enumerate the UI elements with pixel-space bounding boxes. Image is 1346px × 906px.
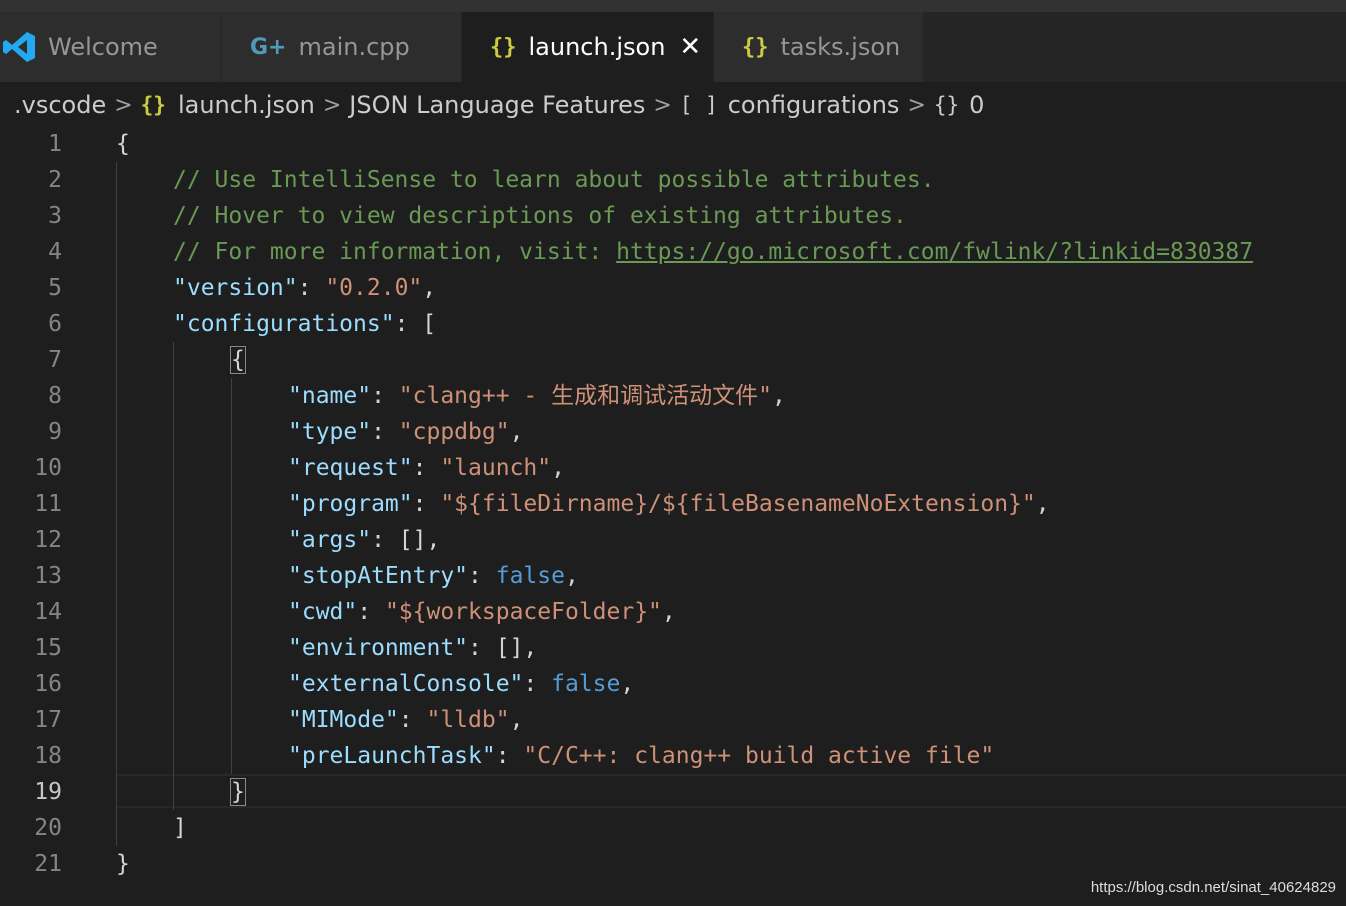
code-line-current: 19 } <box>0 774 1346 810</box>
line-number: 6 <box>48 311 62 337</box>
line-number: 1 <box>48 131 62 157</box>
line-number: 8 <box>48 383 62 409</box>
line-number: 20 <box>34 815 62 841</box>
code-text: "name": "clang++ - 生成和调试活动文件", <box>288 383 786 409</box>
code-line: 1 { <box>0 126 1346 162</box>
code-text: "stopAtEntry": false, <box>288 563 579 589</box>
tab-label: Welcome <box>48 33 158 61</box>
code-line: 8 "name": "clang++ - 生成和调试活动文件", <box>0 378 1346 414</box>
code-line: 12 "args": [], <box>0 522 1346 558</box>
breadcrumb-item-configurations[interactable]: configurations <box>728 91 900 119</box>
code-line: 18 "preLaunchTask": "C/C++: clang++ buil… <box>0 738 1346 774</box>
line-number: 9 <box>48 419 62 445</box>
code-text: // Hover to view descriptions of existin… <box>173 203 907 229</box>
json-file-icon: {} <box>742 34 769 60</box>
code-text: "version": "0.2.0", <box>173 275 437 301</box>
line-number: 14 <box>34 599 62 625</box>
code-line: 6 "configurations": [ <box>0 306 1346 342</box>
tab-label: launch.json <box>528 33 666 61</box>
line-number: 11 <box>34 491 62 517</box>
code-text: "environment": [], <box>288 635 538 661</box>
title-bar <box>0 0 1346 12</box>
line-number: 4 <box>48 239 62 265</box>
close-icon[interactable]: ✕ <box>679 32 701 62</box>
line-number: 18 <box>34 743 62 769</box>
code-text: "MIMode": "lldb", <box>288 707 524 733</box>
code-line: 5 "version": "0.2.0", <box>0 270 1346 306</box>
tab-label: tasks.json <box>780 33 901 61</box>
code-line: 9 "type": "cppdbg", <box>0 414 1346 450</box>
breadcrumb-item-index[interactable]: 0 <box>969 91 984 119</box>
tab-bar: Welcome G+ main.cpp {} launch.json ✕ {} … <box>0 12 1346 82</box>
code-line: 11 "program": "${fileDirname}/${fileBase… <box>0 486 1346 522</box>
code-line: 7 { <box>0 342 1346 378</box>
code-line: 20 ] <box>0 810 1346 846</box>
line-number: 7 <box>48 347 62 373</box>
breadcrumb: .vscode > {} launch.json > JSON Language… <box>14 84 1334 126</box>
chevron-right-icon: > <box>322 92 342 118</box>
code-line: 2 // Use IntelliSense to learn about pos… <box>0 162 1346 198</box>
chevron-right-icon: > <box>114 92 133 118</box>
tab-tasks-json[interactable]: {} tasks.json <box>714 12 924 82</box>
tab-welcome[interactable]: Welcome <box>0 12 222 82</box>
line-number: 21 <box>34 851 62 877</box>
line-number: 3 <box>48 203 62 229</box>
line-number: 19 <box>34 779 62 805</box>
object-icon: {} <box>933 93 960 117</box>
code-line: 10 "request": "launch", <box>0 450 1346 486</box>
code-text: ] <box>173 815 187 841</box>
code-text: "args": [], <box>288 527 441 553</box>
code-line: 17 "MIMode": "lldb", <box>0 702 1346 738</box>
code-line: 3 // Hover to view descriptions of exist… <box>0 198 1346 234</box>
matched-bracket: } <box>230 778 246 806</box>
json-file-icon: {} <box>140 93 166 117</box>
line-number: 10 <box>34 455 62 481</box>
vscode-logo-icon <box>3 32 35 62</box>
code-line: 15 "environment": [], <box>0 630 1346 666</box>
code-text: } <box>116 851 130 877</box>
code-text: } <box>230 774 246 810</box>
code-text: { <box>116 131 130 157</box>
line-number: 17 <box>34 707 62 733</box>
watermark: https://blog.csdn.net/sinat_40624829 <box>1090 879 1336 896</box>
code-line: 13 "stopAtEntry": false, <box>0 558 1346 594</box>
chevron-right-icon: > <box>653 92 672 118</box>
json-file-icon: {} <box>490 34 517 60</box>
code-text: "program": "${fileDirname}/${fileBasenam… <box>288 491 1050 517</box>
line-number: 13 <box>34 563 62 589</box>
code-text: "preLaunchTask": "C/C++: clang++ build a… <box>288 743 995 769</box>
code-text: "cwd": "${workspaceFolder}", <box>288 599 676 625</box>
code-text: // For more information, visit: https://… <box>173 239 1254 265</box>
doc-link[interactable]: https://go.microsoft.com/fwlink/?linkid=… <box>616 239 1253 265</box>
code-text: "type": "cppdbg", <box>288 419 524 445</box>
code-line: 4 // For more information, visit: https:… <box>0 234 1346 270</box>
line-number: 12 <box>34 527 62 553</box>
code-editor[interactable]: 1 { 2 // Use IntelliSense to learn about… <box>0 126 1346 886</box>
code-text: "externalConsole": false, <box>288 671 635 697</box>
code-text: // Use IntelliSense to learn about possi… <box>173 167 935 193</box>
tab-launch-json[interactable]: {} launch.json ✕ <box>462 12 714 82</box>
array-icon: [ ] <box>679 93 718 117</box>
code-line: 16 "externalConsole": false, <box>0 666 1346 702</box>
breadcrumb-item-language[interactable]: JSON Language Features <box>349 91 645 119</box>
code-line: 14 "cwd": "${workspaceFolder}", <box>0 594 1346 630</box>
line-number: 15 <box>34 635 62 661</box>
breadcrumb-item-file[interactable]: launch.json <box>178 91 315 119</box>
line-number: 16 <box>34 671 62 697</box>
line-number: 5 <box>48 275 62 301</box>
matched-bracket: { <box>230 346 246 374</box>
code-line: 21 } <box>0 846 1346 882</box>
line-number: 2 <box>48 167 62 193</box>
breadcrumb-item-folder[interactable]: .vscode <box>14 91 106 119</box>
cpp-file-icon: G+ <box>250 34 287 60</box>
code-text: "request": "launch", <box>288 455 565 481</box>
code-text: "configurations": [ <box>173 311 437 337</box>
tab-main-cpp[interactable]: G+ main.cpp <box>222 12 462 82</box>
chevron-right-icon: > <box>907 92 926 118</box>
tab-label: main.cpp <box>298 33 410 61</box>
code-text: { <box>230 342 246 378</box>
